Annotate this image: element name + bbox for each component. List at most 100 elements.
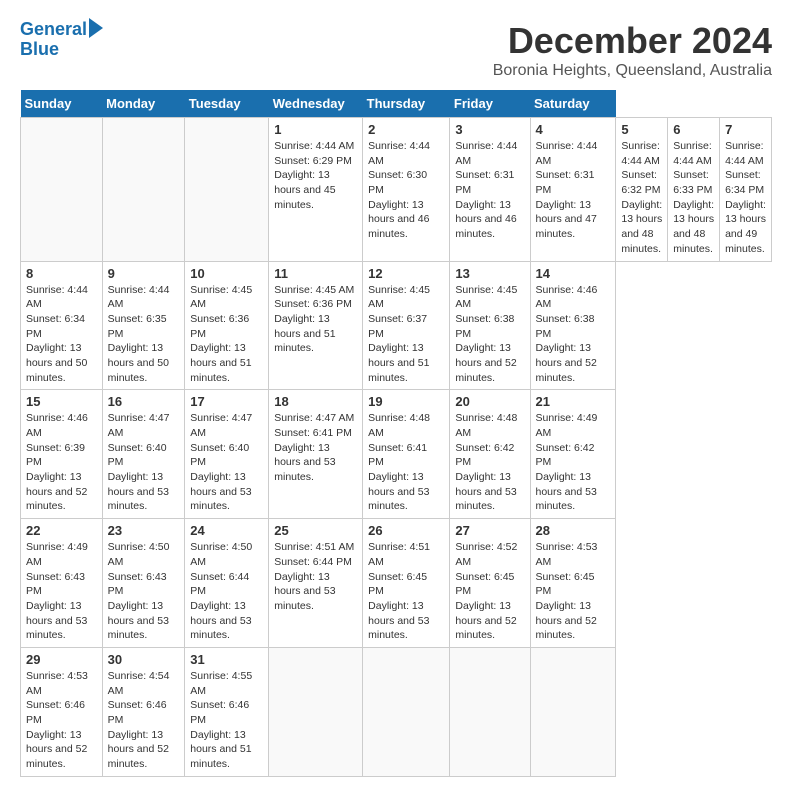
calendar-cell: 22 Sunrise: 4:49 AMSunset: 6:43 PMDayligh… <box>21 519 103 648</box>
calendar-cell: 29Sunrise: 4:53 AMSunset: 6:46 PMDayligh… <box>21 647 103 776</box>
day-number: 9 <box>108 266 180 281</box>
day-number: 11 <box>274 266 357 281</box>
header-tuesday: Tuesday <box>185 90 269 118</box>
calendar-cell <box>363 647 450 776</box>
day-number: 28 <box>536 523 611 538</box>
day-info: Sunrise: 4:54 AMSunset: 6:46 PMDaylight:… <box>108 669 180 772</box>
calendar-table: SundayMondayTuesdayWednesdayThursdayFrid… <box>20 90 772 777</box>
logo-text: General <box>20 20 87 40</box>
day-info: Sunrise: 4:48 AMSunset: 6:42 PMDaylight:… <box>455 411 524 514</box>
day-number: 18 <box>274 394 357 409</box>
calendar-cell: 16 Sunrise: 4:47 AMSunset: 6:40 PMDayligh… <box>102 390 185 519</box>
calendar-cell: 18 Sunrise: 4:47 AMSunset: 6:41 PMDayligh… <box>269 390 363 519</box>
calendar-cell: 20 Sunrise: 4:48 AMSunset: 6:42 PMDayligh… <box>450 390 530 519</box>
calendar-cell: 27Sunrise: 4:52 AMSunset: 6:45 PMDayligh… <box>450 519 530 648</box>
logo: General Blue <box>20 20 103 60</box>
day-info: Sunrise: 4:46 AMSunset: 6:39 PMDaylight:… <box>26 411 97 514</box>
day-number: 14 <box>536 266 611 281</box>
day-number: 15 <box>26 394 97 409</box>
day-info: Sunrise: 4:44 AMSunset: 6:31 PMDaylight:… <box>455 139 524 242</box>
calendar-cell: 25 Sunrise: 4:51 AMSunset: 6:44 PMDayligh… <box>269 519 363 648</box>
day-number: 19 <box>368 394 444 409</box>
day-number: 21 <box>536 394 611 409</box>
day-info: Sunrise: 4:44 AMSunset: 6:31 PMDaylight:… <box>536 139 611 242</box>
day-number: 4 <box>536 122 611 137</box>
calendar-cell: 9 Sunrise: 4:44 AMSunset: 6:35 PMDaylight… <box>102 261 185 390</box>
calendar-week-row: 8 Sunrise: 4:44 AMSunset: 6:34 PMDaylight… <box>21 261 772 390</box>
day-number: 24 <box>190 523 263 538</box>
calendar-week-row: 1Sunrise: 4:44 AMSunset: 6:29 PMDaylight… <box>21 118 772 262</box>
day-info: Sunrise: 4:45 AMSunset: 6:37 PMDaylight:… <box>368 283 444 386</box>
calendar-cell: 2 Sunrise: 4:44 AMSunset: 6:30 PMDaylight… <box>363 118 450 262</box>
day-info: Sunrise: 4:45 AMSunset: 6:38 PMDaylight:… <box>455 283 524 386</box>
day-number: 2 <box>368 122 444 137</box>
header-wednesday: Wednesday <box>269 90 363 118</box>
calendar-cell: 15 Sunrise: 4:46 AMSunset: 6:39 PMDayligh… <box>21 390 103 519</box>
day-info: Sunrise: 4:47 AMSunset: 6:40 PMDaylight:… <box>190 411 263 514</box>
day-info: Sunrise: 4:47 AMSunset: 6:41 PMDaylight:… <box>274 411 357 484</box>
logo-arrow-icon <box>89 18 103 38</box>
calendar-cell: 12 Sunrise: 4:45 AMSunset: 6:37 PMDayligh… <box>363 261 450 390</box>
day-number: 17 <box>190 394 263 409</box>
calendar-cell: 30Sunrise: 4:54 AMSunset: 6:46 PMDayligh… <box>102 647 185 776</box>
day-number: 10 <box>190 266 263 281</box>
day-info: Sunrise: 4:44 AMSunset: 6:35 PMDaylight:… <box>108 283 180 386</box>
header-friday: Friday <box>450 90 530 118</box>
calendar-cell: 31 Sunrise: 4:55 AMSunset: 6:46 PMDayligh… <box>185 647 269 776</box>
logo-text2: Blue <box>20 40 59 60</box>
day-number: 13 <box>455 266 524 281</box>
calendar-cell <box>21 118 103 262</box>
day-info: Sunrise: 4:44 AMSunset: 6:33 PMDaylight:… <box>673 139 714 257</box>
calendar-cell: 17 Sunrise: 4:47 AMSunset: 6:40 PMDayligh… <box>185 390 269 519</box>
day-info: Sunrise: 4:48 AMSunset: 6:41 PMDaylight:… <box>368 411 444 514</box>
title-section: December 2024 Boronia Heights, Queenslan… <box>493 20 772 80</box>
day-number: 26 <box>368 523 444 538</box>
day-number: 12 <box>368 266 444 281</box>
day-info: Sunrise: 4:51 AMSunset: 6:45 PMDaylight:… <box>368 540 444 643</box>
day-number: 27 <box>455 523 524 538</box>
day-number: 20 <box>455 394 524 409</box>
calendar-cell <box>450 647 530 776</box>
day-info: Sunrise: 4:51 AMSunset: 6:44 PMDaylight:… <box>274 540 357 613</box>
page-header: General Blue December 2024 Boronia Heigh… <box>20 20 772 80</box>
calendar-cell <box>530 647 616 776</box>
day-info: Sunrise: 4:44 AMSunset: 6:34 PMDaylight:… <box>725 139 766 257</box>
day-number: 5 <box>621 122 662 137</box>
day-info: Sunrise: 4:44 AMSunset: 6:34 PMDaylight:… <box>26 283 97 386</box>
calendar-cell: 19 Sunrise: 4:48 AMSunset: 6:41 PMDayligh… <box>363 390 450 519</box>
calendar-cell: 3 Sunrise: 4:44 AMSunset: 6:31 PMDaylight… <box>450 118 530 262</box>
day-info: Sunrise: 4:45 AMSunset: 6:36 PMDaylight:… <box>274 283 357 356</box>
calendar-cell: 5Sunrise: 4:44 AMSunset: 6:32 PMDaylight… <box>616 118 668 262</box>
day-number: 3 <box>455 122 524 137</box>
day-info: Sunrise: 4:55 AMSunset: 6:46 PMDaylight:… <box>190 669 263 772</box>
day-number: 6 <box>673 122 714 137</box>
calendar-cell: 4 Sunrise: 4:44 AMSunset: 6:31 PMDaylight… <box>530 118 616 262</box>
day-info: Sunrise: 4:46 AMSunset: 6:38 PMDaylight:… <box>536 283 611 386</box>
day-number: 16 <box>108 394 180 409</box>
calendar-cell <box>185 118 269 262</box>
day-info: Sunrise: 4:44 AMSunset: 6:30 PMDaylight:… <box>368 139 444 242</box>
calendar-cell: 13 Sunrise: 4:45 AMSunset: 6:38 PMDayligh… <box>450 261 530 390</box>
day-number: 1 <box>274 122 357 137</box>
day-number: 31 <box>190 652 263 667</box>
calendar-week-row: 15 Sunrise: 4:46 AMSunset: 6:39 PMDayligh… <box>21 390 772 519</box>
day-info: Sunrise: 4:49 AMSunset: 6:43 PMDaylight:… <box>26 540 97 643</box>
day-info: Sunrise: 4:53 AMSunset: 6:45 PMDaylight:… <box>536 540 611 643</box>
calendar-cell <box>269 647 363 776</box>
day-info: Sunrise: 4:49 AMSunset: 6:42 PMDaylight:… <box>536 411 611 514</box>
calendar-cell: 26 Sunrise: 4:51 AMSunset: 6:45 PMDayligh… <box>363 519 450 648</box>
calendar-cell: 23Sunrise: 4:50 AMSunset: 6:43 PMDayligh… <box>102 519 185 648</box>
calendar-week-row: 29Sunrise: 4:53 AMSunset: 6:46 PMDayligh… <box>21 647 772 776</box>
day-info: Sunrise: 4:47 AMSunset: 6:40 PMDaylight:… <box>108 411 180 514</box>
calendar-cell: 21 Sunrise: 4:49 AMSunset: 6:42 PMDayligh… <box>530 390 616 519</box>
location-title: Boronia Heights, Queensland, Australia <box>493 62 772 80</box>
day-number: 22 <box>26 523 97 538</box>
day-number: 25 <box>274 523 357 538</box>
day-number: 8 <box>26 266 97 281</box>
calendar-cell: 8 Sunrise: 4:44 AMSunset: 6:34 PMDaylight… <box>21 261 103 390</box>
calendar-cell: 28 Sunrise: 4:53 AMSunset: 6:45 PMDayligh… <box>530 519 616 648</box>
calendar-header-row: SundayMondayTuesdayWednesdayThursdayFrid… <box>21 90 772 118</box>
calendar-cell: 6 Sunrise: 4:44 AMSunset: 6:33 PMDaylight… <box>668 118 720 262</box>
calendar-cell: 10Sunrise: 4:45 AMSunset: 6:36 PMDayligh… <box>185 261 269 390</box>
calendar-cell: 1Sunrise: 4:44 AMSunset: 6:29 PMDaylight… <box>269 118 363 262</box>
